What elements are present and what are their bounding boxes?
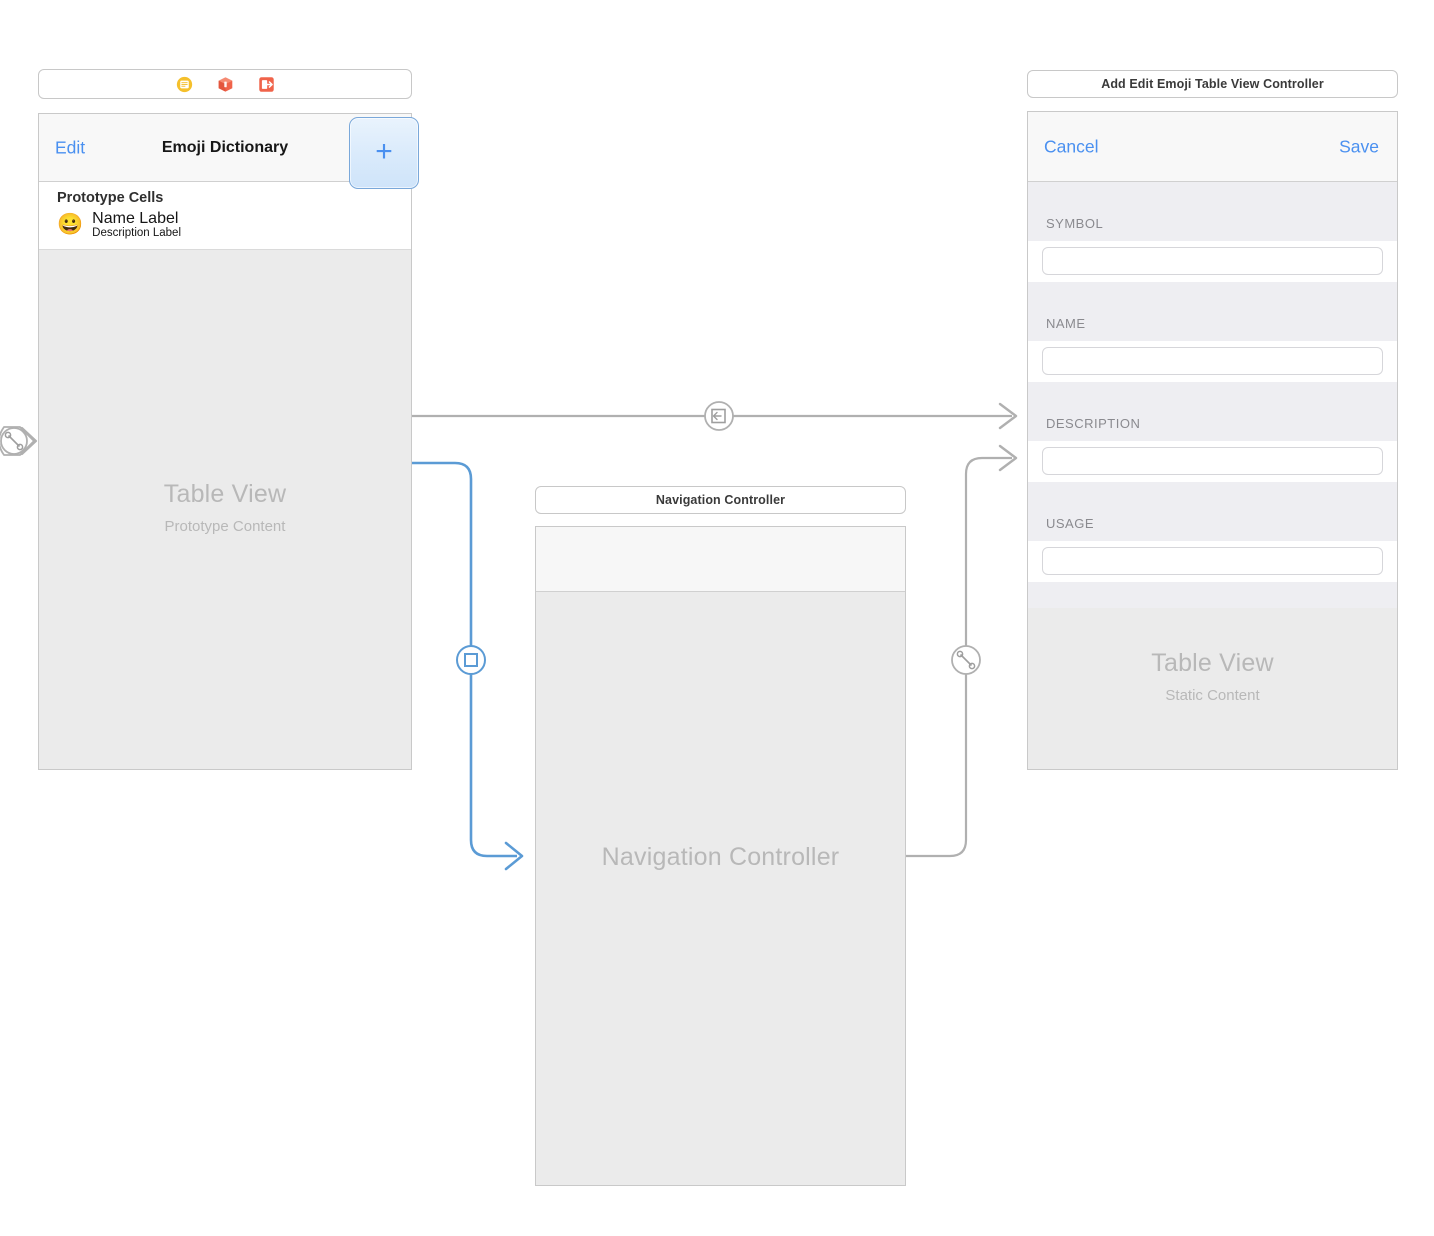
scene-add-edit-emoji[interactable]: Cancel Save SYMBOL NAME DESCRIPTION USAG… — [1027, 111, 1398, 770]
form-label-usage: USAGE — [1046, 516, 1095, 531]
form-section-usage: USAGE — [1028, 482, 1397, 541]
symbol-input[interactable] — [1042, 247, 1383, 275]
form-field-wrap-usage — [1028, 541, 1397, 582]
show-detail-segue-wire — [411, 401, 1018, 431]
navigation-controller-body — [536, 592, 905, 1185]
form-section-tail — [1028, 582, 1397, 608]
smiley-emoji-icon: 😀 — [57, 213, 84, 237]
name-label: Name Label — [92, 210, 179, 227]
name-input[interactable] — [1042, 347, 1383, 375]
scene-navigation-controller[interactable]: Navigation Controller — [535, 526, 906, 1186]
entry-point-arrow-wire — [0, 426, 38, 456]
scene-bar-navigation-controller[interactable]: Navigation Controller — [535, 486, 906, 514]
navigation-bar-add-edit-emoji: Cancel Save — [1028, 112, 1397, 182]
relationship-segue-nav-wire — [906, 444, 1018, 858]
static-table-view-placeholder-subtitle: Static Content — [1165, 687, 1260, 704]
table-view-placeholder-subtitle: Prototype Content — [164, 518, 286, 535]
prototype-cell[interactable]: 😀 Name Label Description Label — [39, 208, 411, 250]
form-field-wrap-name — [1028, 341, 1397, 382]
static-table-view-placeholder-title: Table View — [1151, 649, 1274, 677]
relationship-segue-root-wire — [411, 461, 524, 871]
form-field-wrap-description — [1028, 441, 1397, 482]
exit-icon[interactable] — [258, 76, 275, 93]
form-section-symbol: SYMBOL — [1028, 182, 1397, 241]
first-responder-icon[interactable] — [217, 76, 234, 93]
table-view-placeholder-static: Table View Static Content — [1028, 649, 1397, 704]
view-controller-icon[interactable] — [176, 76, 193, 93]
form-section-description: DESCRIPTION — [1028, 382, 1397, 441]
form-label-symbol: SYMBOL — [1046, 216, 1104, 231]
scene-bar-emoji-dictionary[interactable] — [38, 69, 412, 99]
save-button[interactable]: Save — [1339, 136, 1379, 157]
form-field-wrap-symbol — [1028, 241, 1397, 282]
scene-bar-title-navigation-controller: Navigation Controller — [655, 493, 786, 507]
scene-emoji-dictionary[interactable]: Edit Emoji Dictionary Prototype Cells 😀 … — [38, 113, 412, 770]
scene-bar-title-add-edit-emoji: Add Edit Emoji Table View Controller — [1101, 77, 1324, 91]
scene-bar-add-edit-emoji[interactable]: Add Edit Emoji Table View Controller — [1027, 70, 1398, 98]
cancel-button[interactable]: Cancel — [1044, 136, 1098, 157]
form-section-name: NAME — [1028, 282, 1397, 341]
description-label: Description Label — [92, 227, 182, 240]
form-label-name: NAME — [1046, 316, 1086, 331]
scene-dock-icons — [176, 76, 275, 93]
navigation-bar-placeholder — [536, 527, 905, 592]
add-button-label: + — [375, 135, 393, 168]
add-button[interactable]: + — [349, 117, 419, 189]
description-input[interactable] — [1042, 447, 1383, 475]
storyboard-canvas[interactable]: Edit Emoji Dictionary Prototype Cells 😀 … — [0, 0, 1434, 1236]
form-label-description: DESCRIPTION — [1046, 416, 1141, 431]
usage-input[interactable] — [1042, 547, 1383, 575]
table-view-placeholder-prototype: Table View Prototype Content — [39, 480, 411, 535]
table-view-placeholder-title: Table View — [163, 480, 287, 508]
